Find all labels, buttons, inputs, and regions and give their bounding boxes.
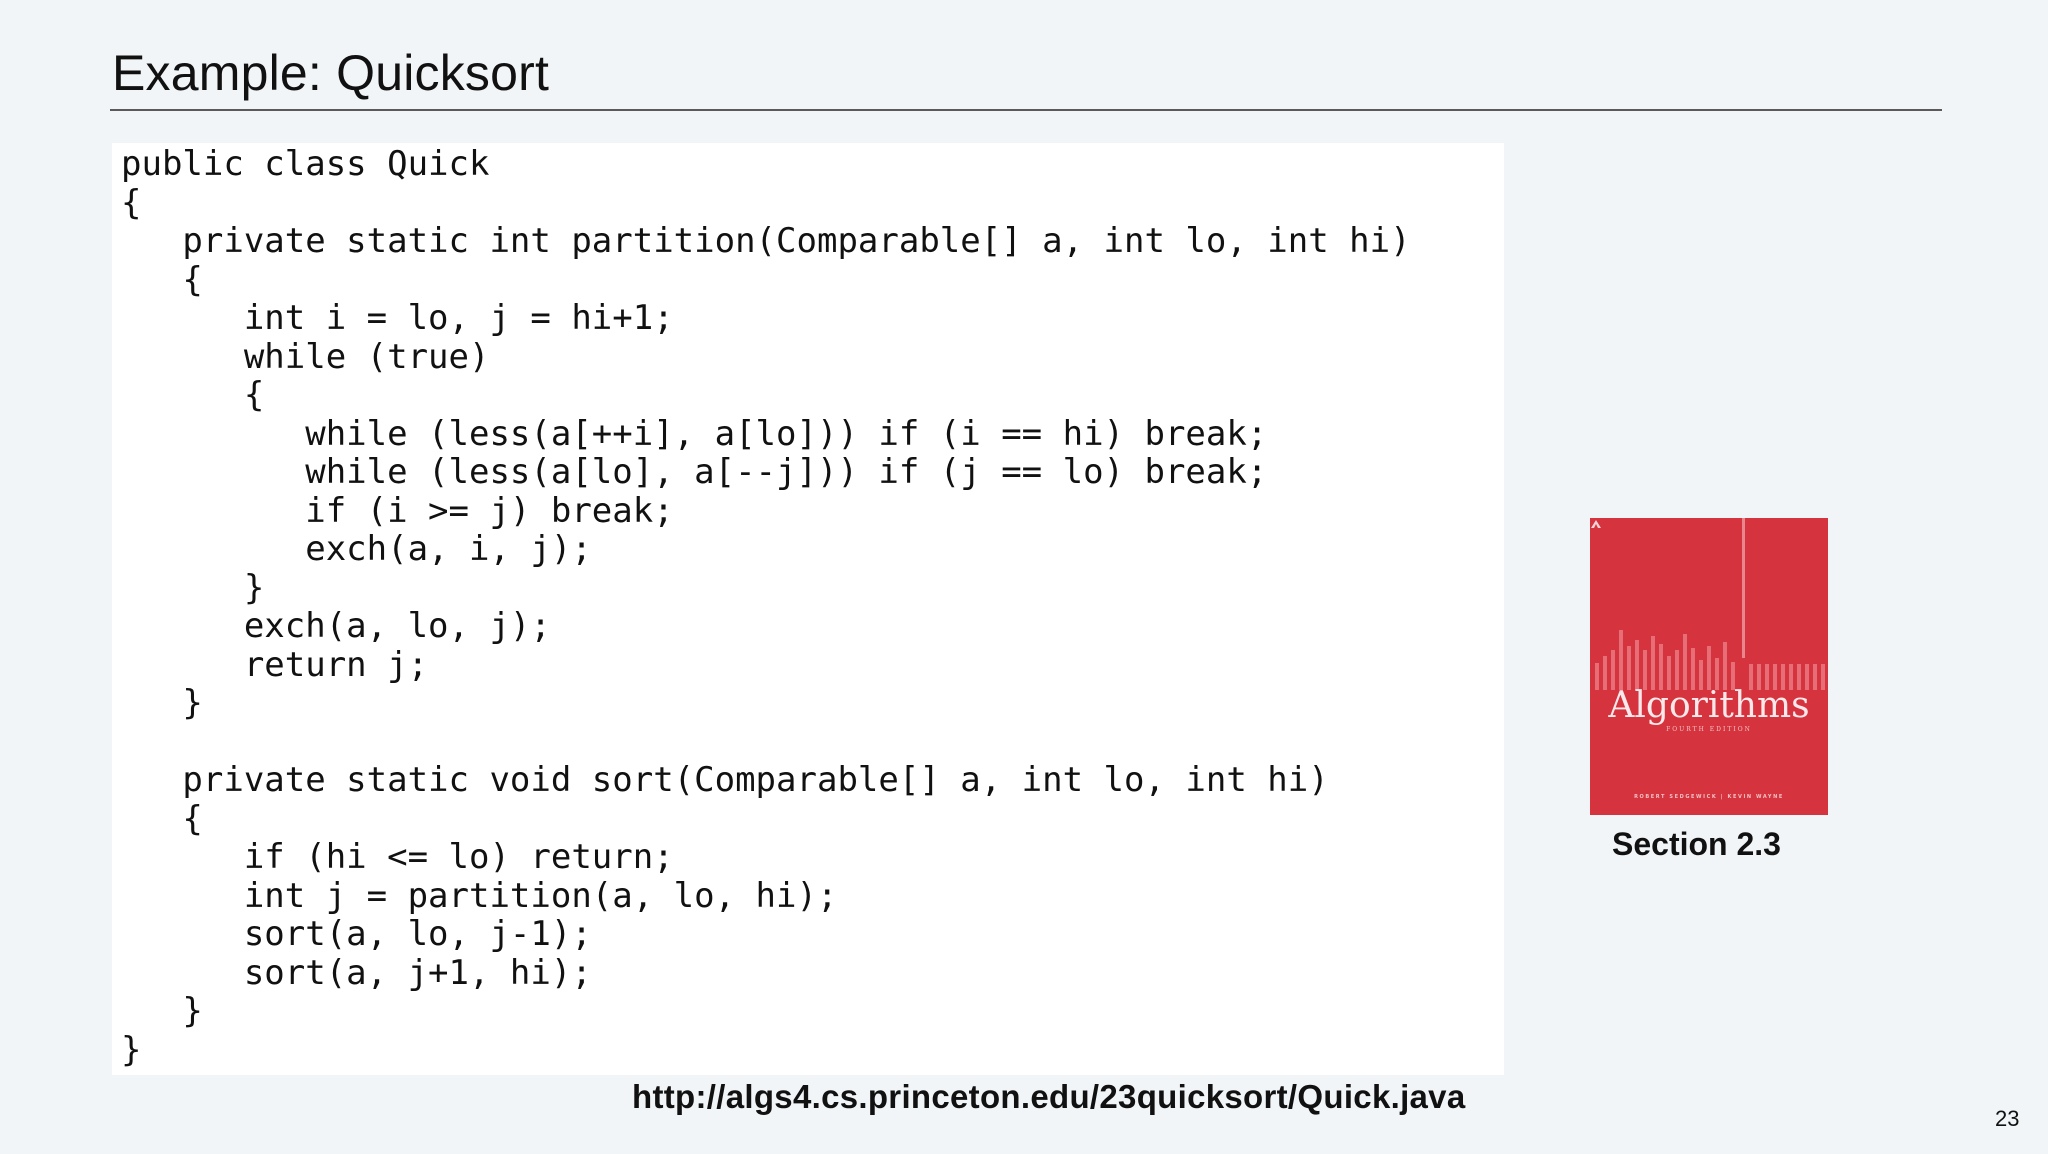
book-cover-image: Algorithms FOURTH EDITION ROBERT SEDGEWI… <box>1590 518 1828 815</box>
code-line: { <box>121 259 203 300</box>
code-line: if (i >= j) break; <box>121 490 674 531</box>
code-line: if (hi <= lo) return; <box>121 837 674 877</box>
code-line: sort(a, j+1, hi); <box>121 952 592 993</box>
book-cover-authors: ROBERT SEDGEWICK | KEVIN WAYNE <box>1634 794 1784 800</box>
code-line: int i = lo, j = hi+1; <box>121 298 674 338</box>
code-block: public class Quick{ private static int p… <box>121 143 1411 1069</box>
code-line: } <box>121 567 265 608</box>
code-panel: public class Quick{ private static int p… <box>112 143 1504 1075</box>
publisher-logo-icon <box>1591 520 1601 528</box>
code-line: private static void sort(Comparable[] a,… <box>121 760 1329 800</box>
code-line: } <box>121 991 203 1031</box>
code-line: private static int partition(Comparable[… <box>121 221 1411 261</box>
code-line: { <box>121 375 265 415</box>
code-line: while (true) <box>121 336 490 377</box>
code-line: while (less(a[lo], a[--j])) if (j == lo)… <box>121 452 1268 492</box>
book-cover-title: Algorithms <box>1608 685 1810 726</box>
book-section-caption: Section 2.3 <box>1612 826 1781 862</box>
book-cover-edition: FOURTH EDITION <box>1666 726 1752 733</box>
slide-title: Example: Quicksort <box>112 45 550 101</box>
code-line: int j = partition(a, lo, hi); <box>121 875 838 916</box>
code-line: return j; <box>121 644 429 685</box>
book-cover-art <box>1590 518 1828 815</box>
code-line: } <box>121 683 203 723</box>
source-code-link[interactable]: http://algs4.cs.princeton.edu/23quicksor… <box>632 1078 1466 1116</box>
code-line: exch(a, i, j); <box>121 529 592 569</box>
code-line: sort(a, lo, j-1); <box>121 914 592 954</box>
code-line: exch(a, lo, j); <box>121 606 551 646</box>
code-line: while (less(a[++i], a[lo])) if (i == hi)… <box>121 413 1268 454</box>
code-line: public class Quick <box>121 144 490 184</box>
page-number: 23 <box>1995 1106 2020 1131</box>
code-line: { <box>121 798 203 839</box>
code-line: { <box>121 182 142 223</box>
title-divider <box>110 109 1942 111</box>
code-line: } <box>121 1029 142 1070</box>
